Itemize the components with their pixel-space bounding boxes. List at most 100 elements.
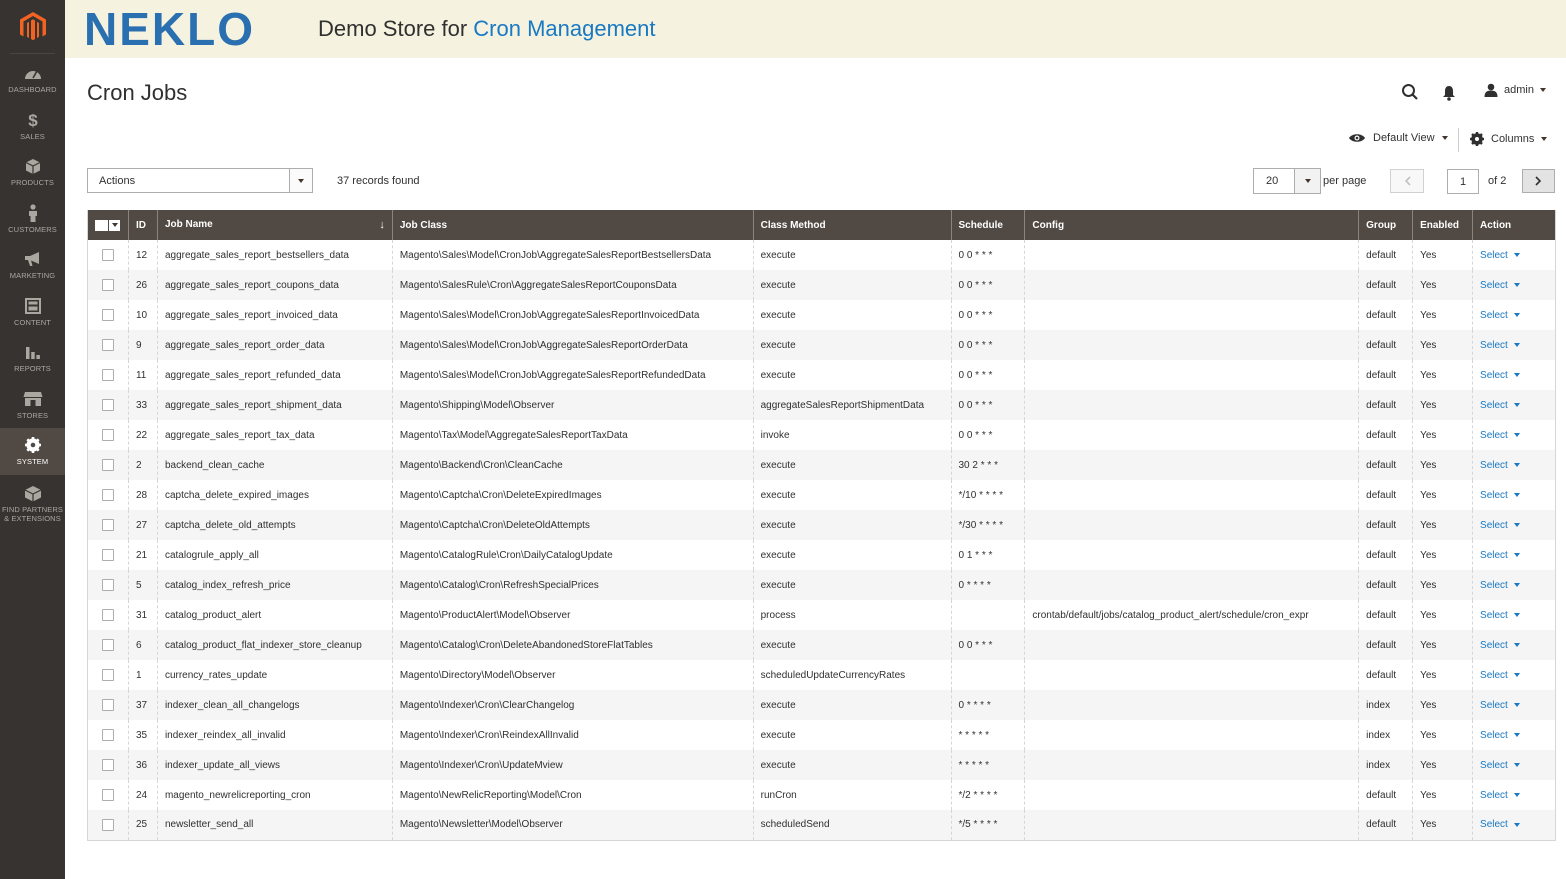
cell-config [1024,420,1359,450]
column-header-class-method[interactable]: Class Method [752,210,951,240]
sidebar-item-customers[interactable]: CUSTOMERS [0,196,65,243]
admin-account-menu[interactable]: admin [1484,83,1546,97]
previous-page-button[interactable] [1390,169,1424,193]
column-header-config[interactable]: Config [1024,210,1359,240]
row-action-select[interactable]: Select [1480,790,1520,801]
row-checkbox[interactable] [101,729,114,741]
sidebar-item-dashboard[interactable]: DASHBOARD [0,56,65,103]
mass-actions-toggle[interactable] [289,169,312,192]
sidebar-item-system[interactable]: SYSTEM [0,428,65,475]
table-row[interactable]: 11 aggregate_sales_report_refunded_data Ma… [88,360,1556,390]
table-row[interactable]: 6 catalog_product_flat_indexer_store_clea… [87,630,1556,660]
row-action-select[interactable]: Select [1480,730,1520,741]
row-action-select[interactable]: Select [1480,490,1520,501]
table-row[interactable]: 28 captcha_delete_expired_images Magento\C… [88,480,1556,510]
row-checkbox[interactable] [101,429,114,441]
table-row[interactable]: 35 indexer_reindex_all_invalid Magento\Ind… [88,720,1556,750]
chevron-down-icon [1513,822,1520,827]
table-row[interactable]: 27 captcha_delete_old_attempts Magento\Cap… [87,510,1556,540]
select-all-checkbox[interactable] [95,219,109,231]
table-row[interactable]: 12 aggregate_sales_report_bestsellers_dat… [88,240,1556,270]
row-action-select[interactable]: Select [1480,280,1520,291]
row-checkbox[interactable] [101,279,114,291]
table-row[interactable]: 9 aggregate_sales_report_order_data Magent… [87,330,1556,360]
row-checkbox[interactable] [101,789,114,801]
row-checkbox[interactable] [101,609,114,621]
row-action-select[interactable]: Select [1480,340,1520,351]
table-row[interactable]: 31 catalog_product_alert Magento\ProductAl… [88,600,1556,630]
table-row[interactable]: 2 backend_clean_cache Magento\Backend\Cron… [87,450,1556,480]
row-action-select[interactable]: Select [1480,819,1520,830]
table-row[interactable]: 24 magento_newrelicreporting_cron Magento\… [88,780,1556,810]
row-checkbox[interactable] [101,579,114,591]
sidebar-item-stores[interactable]: STORES [0,382,65,429]
row-checkbox[interactable] [101,489,114,501]
table-row[interactable]: 33 aggregate_sales_report_shipment_data Ma… [87,390,1556,420]
table-row[interactable]: 25 newsletter_send_all Magento\Newsletter\… [87,810,1556,841]
per-page-toggle[interactable] [1294,169,1320,193]
row-action-select[interactable]: Select [1480,700,1520,711]
table-row[interactable]: 1 currency_rates_update Magento\Directory\… [88,660,1556,690]
row-checkbox[interactable] [101,669,114,681]
row-checkbox[interactable] [101,249,114,261]
row-action-label: Select [1480,819,1508,831]
row-checkbox[interactable] [101,459,114,471]
row-action-select[interactable]: Select [1480,250,1520,261]
default-view-dropdown[interactable]: Default View [1348,132,1448,144]
column-header-schedule[interactable]: Schedule [950,210,1025,240]
sort-descending-icon: ↓ [379,219,385,231]
row-checkbox[interactable] [101,309,114,321]
table-row[interactable]: 21 catalogrule_apply_all Magento\CatalogRu… [88,540,1556,570]
column-header-job-name[interactable]: Job Name ↓ [156,210,393,240]
row-action-select[interactable]: Select [1480,430,1520,441]
row-checkbox[interactable] [101,759,114,771]
row-action-select[interactable]: Select [1480,580,1520,591]
row-checkbox[interactable] [101,549,114,561]
next-page-button[interactable] [1522,169,1555,193]
select-all-dropdown[interactable] [109,219,121,231]
row-checkbox[interactable] [101,519,114,531]
row-checkbox[interactable] [101,339,114,351]
current-page-input[interactable]: 1 [1447,169,1479,194]
row-action-select[interactable]: Select [1480,550,1520,561]
sidebar-item-content[interactable]: CONTENT [0,289,65,336]
row-action-select[interactable]: Select [1480,400,1520,411]
row-action-select[interactable]: Select [1480,460,1520,471]
row-checkbox[interactable] [101,369,114,381]
column-header-id[interactable]: ID [127,210,158,240]
row-checkbox[interactable] [101,818,114,831]
mass-actions-dropdown[interactable]: Actions [87,168,313,193]
column-header-job-class[interactable]: Job Class [391,210,754,240]
search-button[interactable] [1401,83,1419,101]
table-row[interactable]: 10 aggregate_sales_report_invoiced_data Ma… [88,300,1556,330]
row-action-select[interactable]: Select [1480,640,1520,651]
row-checkbox[interactable] [101,699,114,711]
columns-dropdown[interactable]: Columns [1470,132,1548,146]
select-all-header[interactable] [87,210,129,240]
magento-logo[interactable] [10,0,55,54]
chevron-down-icon [298,178,304,183]
column-header-group[interactable]: Group [1358,210,1413,240]
row-action-select[interactable]: Select [1480,520,1520,531]
row-action-select[interactable]: Select [1480,310,1520,321]
table-row[interactable]: 37 indexer_clean_all_changelogs Magento\In… [87,690,1556,720]
sidebar-item-find-partners-extensions[interactable]: FIND PARTNERS & EXTENSIONS [0,475,65,533]
table-row[interactable]: 5 catalog_index_refresh_price Magento\Cata… [87,570,1556,600]
row-action-select[interactable]: Select [1480,370,1520,381]
row-checkbox[interactable] [101,399,114,411]
row-action-select[interactable]: Select [1480,670,1520,681]
row-action-select[interactable]: Select [1480,760,1520,771]
column-header-enabled[interactable]: Enabled [1412,210,1473,240]
sidebar-item-reports[interactable]: REPORTS [0,335,65,382]
sidebar-item-sales[interactable]: $ SALES [0,103,65,150]
per-page-select[interactable]: 20 [1253,168,1321,194]
row-checkbox[interactable] [101,639,114,651]
table-row[interactable]: 36 indexer_update_all_views Magento\Indexe… [87,750,1556,780]
table-row[interactable]: 26 aggregate_sales_report_coupons_data Mag… [87,270,1556,300]
row-action-select[interactable]: Select [1480,610,1520,621]
sidebar-item-marketing[interactable]: MARKETING [0,242,65,289]
notifications-button[interactable] [1442,85,1456,101]
cell-id: 21 [127,540,158,570]
table-row[interactable]: 22 aggregate_sales_report_tax_data Magento… [88,420,1556,450]
sidebar-item-products[interactable]: PRODUCTS [0,149,65,196]
